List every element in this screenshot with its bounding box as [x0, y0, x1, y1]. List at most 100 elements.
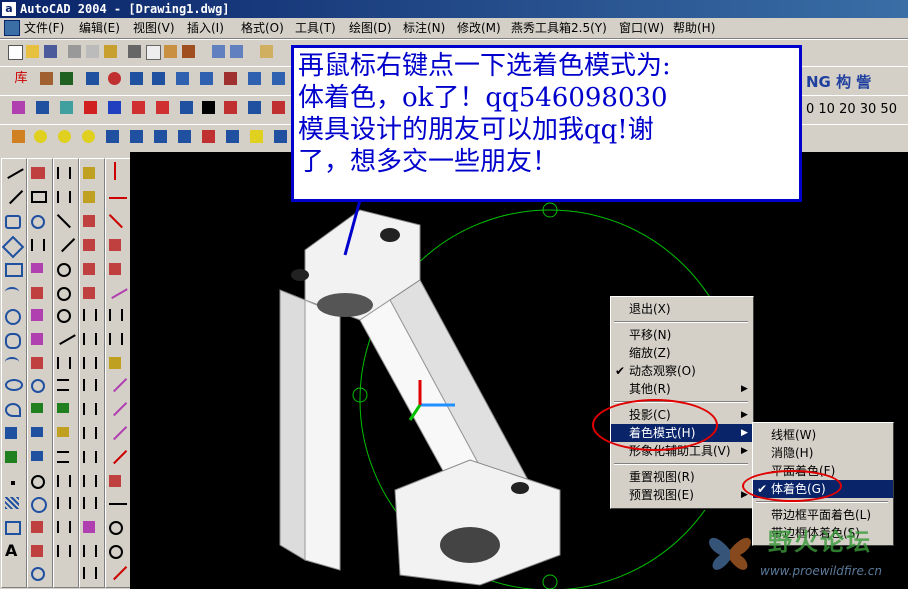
tool-col5-c-icon[interactable] [108, 209, 128, 229]
tool-col4-p-icon[interactable] [83, 521, 95, 533]
tool-x-icon[interactable] [152, 128, 169, 145]
open-icon[interactable] [24, 43, 41, 60]
menu-item-reset-view[interactable]: 重置视图(R) [611, 468, 753, 486]
tool-d-icon[interactable] [106, 70, 123, 87]
arc-icon[interactable] [5, 287, 19, 297]
line-icon[interactable] [4, 163, 24, 179]
menu-edit[interactable]: 编辑(E) [79, 20, 120, 36]
tool-col4-b-icon[interactable] [83, 191, 95, 203]
menu-help[interactable]: 帮助(H) [673, 20, 715, 36]
tool-col3-b-icon[interactable] [57, 191, 71, 203]
menu-modify[interactable]: 修改(M) [457, 20, 501, 36]
region-icon[interactable] [5, 521, 21, 535]
menu-insert[interactable]: 插入(I) [187, 20, 224, 36]
tool-v-icon[interactable] [104, 128, 121, 145]
tool-q-icon[interactable] [200, 99, 217, 116]
paste-icon[interactable] [162, 43, 179, 60]
tool-col2-n-icon[interactable] [31, 545, 43, 557]
tool-col2-f-icon[interactable] [31, 357, 43, 369]
tool-i-icon[interactable] [222, 70, 239, 87]
tool-col2-d-icon[interactable] [31, 309, 43, 321]
tool-col3-l-icon[interactable] [57, 427, 69, 437]
tool-col4-c-icon[interactable] [83, 215, 95, 227]
tool-col5-k-icon[interactable] [108, 397, 128, 417]
tool-g-icon[interactable] [174, 70, 191, 87]
menu-item-zoom[interactable]: 缩放(Z) [611, 344, 753, 362]
polyline-icon[interactable] [5, 215, 21, 229]
scale-numbers-text[interactable]: 0 10 20 30 50 [806, 102, 897, 117]
library-icon[interactable]: 库 [8, 70, 34, 87]
make-block-icon[interactable] [5, 451, 17, 463]
tool-col3-g-icon[interactable] [57, 309, 71, 323]
menu-window[interactable]: 窗口(W) [619, 20, 664, 36]
menu-file[interactable]: 文件(F) [24, 20, 64, 36]
center-mark-icon[interactable] [31, 215, 45, 229]
text-style-icon[interactable] [31, 167, 45, 179]
menu-item-orbit[interactable]: ✔ 动态观察(O) [611, 362, 753, 380]
tool-j-icon[interactable] [246, 70, 263, 87]
tool-col4-m-icon[interactable] [83, 451, 97, 463]
ellipse-arc-icon[interactable] [5, 403, 21, 417]
ng-toolbar-text[interactable]: NG 构 訾 [806, 71, 871, 92]
tool-col3-q-icon[interactable] [57, 545, 71, 557]
menu-item-hidden[interactable]: 消隐(H) [753, 444, 893, 462]
tool-col5-r-icon[interactable] [108, 561, 128, 581]
tool-u-icon[interactable] [10, 128, 27, 145]
save-icon[interactable] [42, 43, 59, 60]
bulb-2-icon[interactable] [56, 128, 73, 145]
tool-col2-o-icon[interactable] [31, 567, 45, 581]
tool-col3-m-icon[interactable] [57, 451, 69, 463]
dim-icon[interactable] [31, 191, 47, 203]
menu-format[interactable]: 格式(O) [241, 20, 284, 36]
tool-col2-h-icon[interactable] [31, 403, 43, 413]
menu-view[interactable]: 视图(V) [133, 20, 175, 36]
tool-aa-icon[interactable] [224, 128, 241, 145]
circle-icon[interactable] [5, 309, 21, 325]
tool-col5-d-icon[interactable] [109, 239, 121, 251]
tool-col2-i-icon[interactable] [31, 427, 43, 437]
menu-yanxiu-toolbox[interactable]: 燕秀工具箱2.5(Y) [511, 20, 607, 36]
tool-col2-g-icon[interactable] [31, 379, 45, 393]
tool-col4-o-icon[interactable] [83, 497, 97, 509]
tool-col4-a-icon[interactable] [83, 167, 95, 179]
menu-item-wireframe[interactable]: 线框(W) [753, 426, 893, 444]
insert-block-icon[interactable] [5, 427, 17, 439]
tool-col3-p-icon[interactable] [57, 521, 71, 533]
tool-o-icon[interactable] [154, 99, 171, 116]
menu-item-other[interactable]: 其他(R) ▶ [611, 380, 753, 398]
autocad-app-icon[interactable]: a [2, 2, 16, 16]
menu-dimension[interactable]: 标注(N) [403, 20, 445, 36]
tool-m-icon[interactable] [58, 99, 75, 116]
tool-p-icon[interactable] [178, 99, 195, 116]
publish-icon[interactable] [102, 43, 119, 60]
tool-col4-q-icon[interactable] [83, 545, 97, 557]
multiline-text-icon[interactable]: A [5, 543, 23, 559]
tool-col4-i-icon[interactable] [83, 357, 97, 369]
new-icon[interactable] [6, 43, 23, 60]
tool-ac-icon[interactable] [272, 128, 289, 145]
tool-col2-e-icon[interactable] [31, 333, 43, 345]
tool-col2-k-icon[interactable] [31, 475, 45, 489]
tool-col4-r-icon[interactable] [83, 567, 97, 579]
flag-red-icon[interactable] [82, 99, 99, 116]
point-icon[interactable] [11, 481, 15, 485]
tool-col4-e-icon[interactable] [83, 263, 95, 275]
tool-col3-k-icon[interactable] [57, 403, 69, 413]
tool-col3-i-icon[interactable] [57, 357, 71, 369]
tool-f-icon[interactable] [150, 70, 167, 87]
cut-icon[interactable] [126, 43, 143, 60]
revision-cloud-icon[interactable] [5, 333, 21, 349]
tool-l-icon[interactable] [34, 99, 51, 116]
print-icon[interactable] [66, 43, 83, 60]
tool-col5-j-icon[interactable] [108, 373, 128, 393]
tool-col5-l-icon[interactable] [108, 421, 128, 441]
tool-col4-h-icon[interactable] [83, 333, 97, 345]
tool-col3-a-icon[interactable] [57, 167, 71, 179]
tool-col5-m-icon[interactable] [108, 445, 128, 465]
bulb-3-icon[interactable] [80, 128, 97, 145]
tool-r-icon[interactable] [222, 99, 239, 116]
tool-col3-h-icon[interactable] [56, 329, 76, 345]
tool-col3-o-icon[interactable] [57, 497, 71, 509]
copy-icon[interactable] [144, 43, 161, 60]
polygon-icon[interactable] [1, 235, 25, 259]
